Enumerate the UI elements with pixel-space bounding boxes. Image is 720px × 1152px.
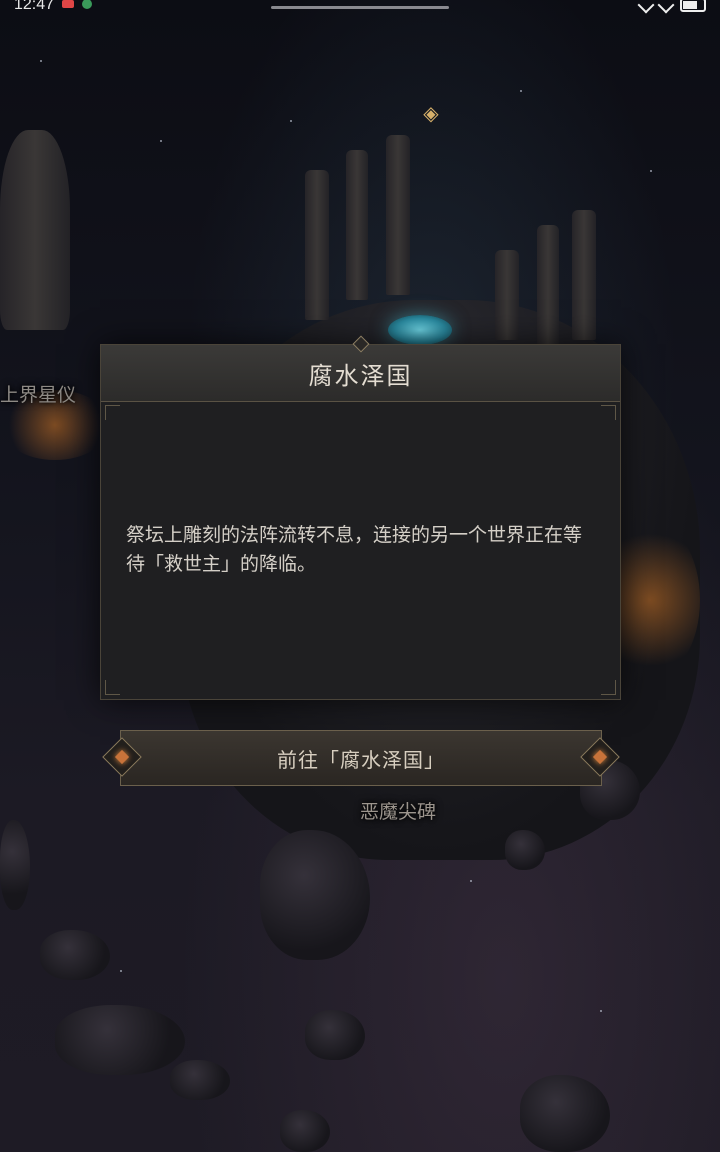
goto-location-button[interactable]: 前往「腐水泽国」	[102, 730, 620, 786]
notification-icon	[62, 0, 74, 8]
location-label-upper-astrolabe[interactable]: 上界星仪	[0, 380, 76, 407]
location-marker-icon[interactable]: ◈	[421, 98, 441, 128]
floating-rock	[170, 1060, 230, 1100]
corner-ornament	[601, 405, 616, 420]
location-label-demon-obelisk[interactable]: 恶魔尖碑	[360, 797, 436, 824]
portal-altar[interactable]	[388, 315, 452, 345]
dialog-title: 腐水泽国	[308, 361, 413, 390]
battery-icon	[680, 0, 706, 12]
floating-rock	[260, 830, 370, 960]
status-time: 12:47	[14, 0, 55, 13]
star	[290, 120, 292, 122]
status-icons	[637, 0, 706, 14]
dialog-header: 腐水泽国	[101, 345, 620, 402]
floating-rock	[305, 1010, 365, 1060]
floating-rock	[520, 1075, 610, 1152]
signal-icon	[637, 0, 655, 14]
floating-rock	[280, 1110, 330, 1152]
floating-rock	[40, 930, 110, 980]
corner-ornament	[105, 405, 120, 420]
top-drag-handle[interactable]	[271, 6, 449, 9]
star	[600, 1010, 602, 1012]
armillary-structure	[0, 130, 70, 330]
location-info-dialog: 腐水泽国 祭坛上雕刻的法阵流转不息，连接的另一个世界正在等待「救世主」的降临。	[100, 335, 621, 700]
pillar	[495, 250, 519, 340]
pillar	[305, 170, 329, 320]
star	[650, 170, 652, 172]
star	[40, 60, 42, 62]
floating-rock	[55, 1005, 185, 1075]
dialog-description: 祭坛上雕刻的法阵流转不息，连接的另一个世界正在等待「救世主」的降临。	[126, 524, 583, 575]
goto-button-label: 前往「腐水泽国」	[277, 747, 445, 772]
corner-ornament	[105, 680, 120, 695]
app-notification-icon	[82, 0, 92, 9]
star	[120, 970, 122, 972]
corner-ornament	[601, 680, 616, 695]
pillar	[346, 150, 368, 300]
pillar	[572, 210, 596, 340]
star	[160, 140, 162, 142]
pillar	[386, 135, 410, 295]
floating-rock	[505, 830, 545, 870]
star	[470, 880, 472, 882]
wifi-icon	[657, 0, 675, 14]
status-bar: 12:47	[0, 0, 720, 18]
star	[520, 90, 522, 92]
floating-rock	[0, 820, 30, 910]
pillar	[537, 225, 559, 345]
